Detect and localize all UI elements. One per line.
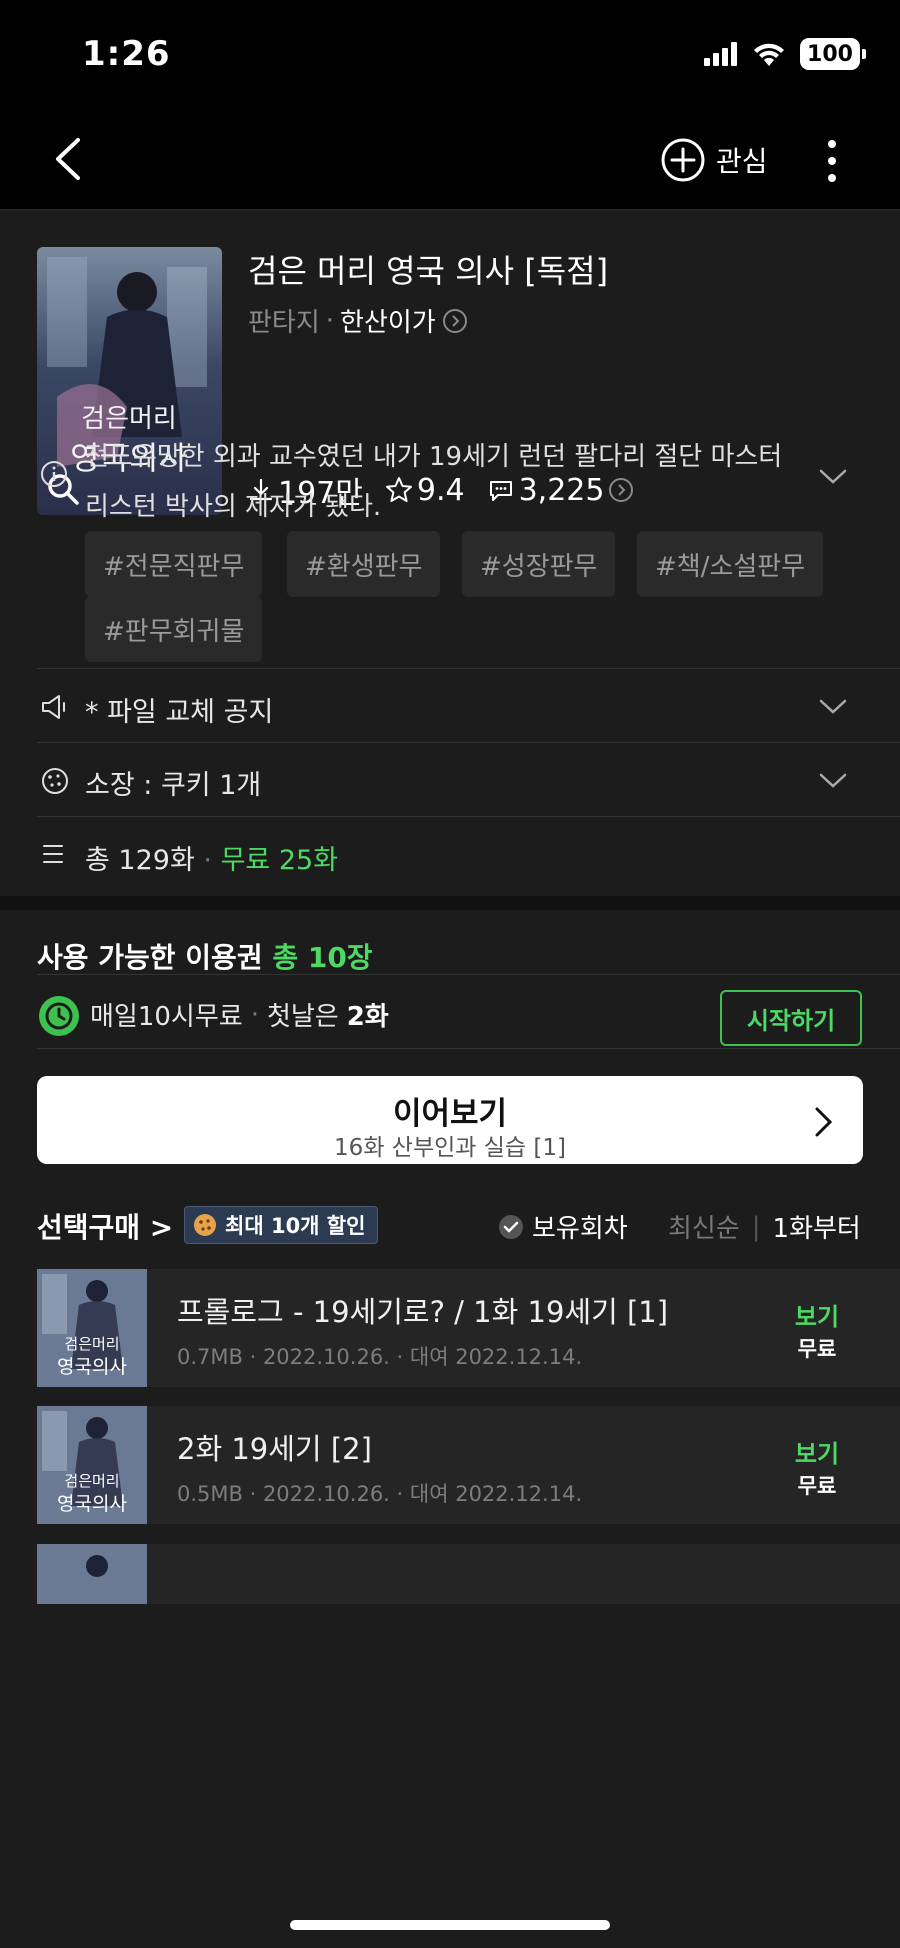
status-indicators: 100 <box>704 38 866 70</box>
top-nav: 관심 <box>0 110 900 210</box>
divider <box>37 742 900 743</box>
divider <box>37 1048 900 1049</box>
timer-icon <box>39 996 79 1036</box>
view-button[interactable]: 보기 <box>782 1297 852 1332</box>
first-day-prefix: 첫날은 <box>266 1002 339 1032</box>
meta-separator: · <box>325 305 335 336</box>
sort-first[interactable]: 1화부터 <box>773 1208 861 1245</box>
chevron-down-icon[interactable] <box>818 770 848 790</box>
section-divider <box>0 896 900 910</box>
chevron-down-icon[interactable] <box>818 696 848 716</box>
tag-chip[interactable]: #성장판무 <box>462 531 616 597</box>
signal-icon <box>704 42 737 66</box>
episode-thumbnail: 검은머리 영국의사 <box>37 1269 147 1387</box>
check-circle-icon <box>499 1214 523 1239</box>
episode-title: 프롤로그 - 19세기로? / 1화 19세기 [1] <box>177 1295 669 1329</box>
sort-options: 최신순 | 1화부터 <box>668 1208 861 1245</box>
episodes-summary: 총 129화 · 무료 25화 <box>85 845 339 876</box>
home-indicator <box>290 1920 610 1930</box>
tickets-title: 사용 가능한 이용권 총 10장 <box>37 941 373 974</box>
discount-badge: 최대 10개 할인 <box>184 1206 379 1244</box>
divider <box>37 816 900 817</box>
episode-row[interactable] <box>37 1544 900 1604</box>
plus-circle-icon <box>661 138 705 182</box>
price-label: 무료 <box>797 1474 837 1498</box>
tag-chip[interactable]: #환생판무 <box>287 531 441 597</box>
status-time: 1:26 <box>82 34 171 74</box>
episode-meta: 0.5MB · 2022.10.26. · 대여 2022.12.14. <box>177 1482 583 1506</box>
episode-title: 2화 19세기 [2] <box>177 1432 372 1466</box>
wifi-icon <box>754 43 784 66</box>
synopsis-text: 전도유망한 외과 교수였던 내가 19세기 런던 팔다리 절단 마스터 리스턴 … <box>85 442 783 522</box>
battery-icon: 100 <box>800 38 866 70</box>
owned-filter-label: 보유회차 <box>532 1214 628 1244</box>
cookie-icon <box>194 1214 216 1236</box>
tag-chip[interactable]: #전문직판무 <box>85 531 263 597</box>
episode-row[interactable]: 검은머리 영국의사 프롤로그 - 19세기로? / 1화 19세기 [1] 0.… <box>37 1269 900 1387</box>
genre-label: 판타지 <box>248 308 320 338</box>
divider <box>37 668 900 669</box>
owned-cookies-label[interactable]: 소장 : 쿠키 1개 <box>85 763 261 802</box>
daily-free-info: 매일10시무료 · 첫날은 2화 <box>90 996 389 1033</box>
status-bar: 1:26 100 <box>0 0 900 110</box>
svg-text:영국의사: 영국의사 <box>57 1493 127 1515</box>
episode-thumbnail <box>37 1544 147 1604</box>
select-purchase-link[interactable]: 선택구매 > <box>37 1206 173 1246</box>
episode-row[interactable]: 검은머리 영국의사 2화 19세기 [2] 0.5MB · 2022.10.26… <box>37 1406 900 1524</box>
chevron-down-icon[interactable] <box>818 466 848 486</box>
first-day-value: 2화 <box>346 1002 389 1032</box>
price-label: 무료 <box>797 1337 837 1361</box>
chevron-right-circle-icon[interactable] <box>442 308 468 334</box>
total-episodes: 총 129화 <box>85 845 195 876</box>
daily-free-label: 매일10시무료 <box>90 1002 243 1032</box>
continue-title: 이어보기 <box>392 1096 508 1132</box>
megaphone-icon <box>42 695 65 719</box>
cookie-icon <box>42 768 68 794</box>
chevron-right-icon: > <box>149 1211 174 1244</box>
info-icon <box>41 461 67 487</box>
tag-chip[interactable]: #책/소설판무 <box>637 531 824 597</box>
back-icon[interactable] <box>46 134 96 184</box>
episode-thumbnail: 검은머리 영국의사 <box>37 1406 147 1524</box>
discount-label: 최대 10개 할인 <box>225 1214 366 1238</box>
notice-label[interactable]: * 파일 교체 공지 <box>85 690 273 729</box>
owned-filter-toggle[interactable]: 보유회차 <box>498 1208 628 1245</box>
sort-separator: | <box>751 1211 761 1242</box>
sort-latest[interactable]: 최신순 <box>668 1208 740 1245</box>
tickets-count: 총 10장 <box>272 941 373 974</box>
continue-reading-button[interactable]: 이어보기 16화 산부인과 실습 [1] <box>37 1076 863 1164</box>
book-meta: 판타지 · 한산이가 <box>248 302 468 339</box>
cover-title-line1: 검은머리 <box>81 404 177 434</box>
chevron-right-icon <box>815 1107 833 1137</box>
more-options-icon[interactable] <box>816 136 848 186</box>
favorite-label: 관심 <box>716 145 768 178</box>
free-episodes: 무료 25화 <box>220 845 339 876</box>
svg-text:검은머리: 검은머리 <box>64 1472 119 1490</box>
divider <box>37 974 900 975</box>
book-title: 검은 머리 영국 의사 [독점] <box>248 252 609 290</box>
svg-text:검은머리: 검은머리 <box>64 1335 119 1353</box>
list-icon <box>43 845 63 863</box>
favorite-button[interactable]: 관심 <box>660 136 768 184</box>
continue-subtitle: 16화 산부인과 실습 [1] <box>334 1135 566 1161</box>
start-button[interactable]: 시작하기 <box>720 990 862 1046</box>
tag-chip[interactable]: #판무회귀물 <box>85 596 263 662</box>
view-button[interactable]: 보기 <box>782 1434 852 1469</box>
author-link[interactable]: 한산이가 <box>340 302 436 339</box>
svg-text:영국의사: 영국의사 <box>57 1356 127 1378</box>
episode-meta: 0.7MB · 2022.10.26. · 대여 2022.12.14. <box>177 1345 583 1369</box>
